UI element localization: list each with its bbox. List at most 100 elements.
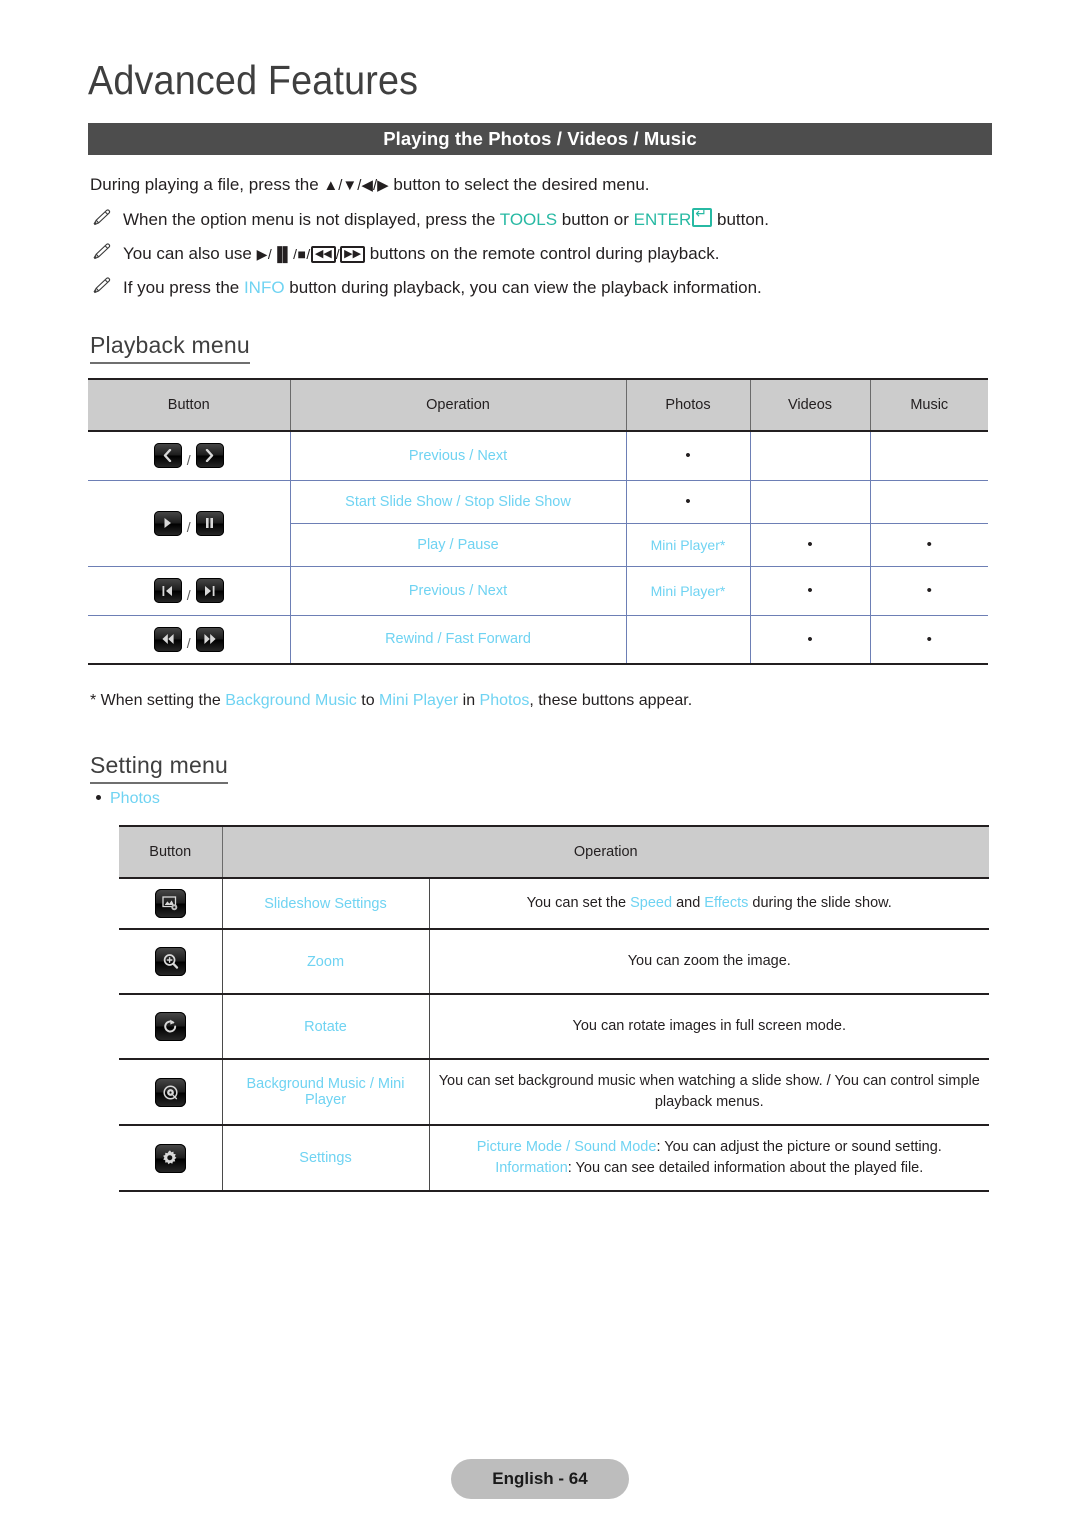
desc-line-2: Information: You can see detailed inform… bbox=[434, 1158, 986, 1179]
note-2-text-a: You can also use bbox=[123, 244, 257, 263]
desc-keyword-picture-sound-mode: Picture Mode / Sound Mode bbox=[476, 1139, 657, 1155]
rewind-icon bbox=[153, 626, 182, 652]
table-row: Slideshow Settings You can set the Speed… bbox=[119, 878, 989, 930]
icon-separator: / bbox=[186, 635, 191, 652]
music-cell: • bbox=[869, 523, 988, 567]
column-header-operation: Operation bbox=[221, 825, 989, 879]
operation-name-cell: Zoom bbox=[221, 929, 430, 995]
operation-description-cell: You can rotate images in full screen mod… bbox=[428, 994, 989, 1060]
column-header-button: Button bbox=[119, 825, 223, 879]
table-row: Rotate You can rotate images in full scr… bbox=[119, 994, 989, 1060]
column-header-videos: Videos bbox=[749, 378, 871, 432]
videos-cell bbox=[749, 431, 871, 481]
playback-keys-icon: ▶/▐▌/■/ bbox=[256, 246, 311, 262]
intro-line-1-text-b: button to select the desired menu. bbox=[388, 175, 650, 194]
table-row: / Previous / Next Mini Player* • • bbox=[88, 566, 988, 616]
icon-separator: / bbox=[186, 519, 191, 535]
column-header-music: Music bbox=[869, 378, 988, 432]
section-title-bar: Playing the Photos / Videos / Music bbox=[88, 123, 992, 155]
intro-line-1-text-a: During playing a file, press the bbox=[90, 175, 324, 194]
footnote-text-a: * When setting the bbox=[90, 692, 226, 709]
note-line-3: If you press the INFO button during play… bbox=[90, 271, 994, 305]
skip-previous-icon bbox=[153, 578, 182, 603]
pencil-icon bbox=[91, 274, 115, 298]
operation-description-cell: You can set background music when watchi… bbox=[428, 1059, 989, 1126]
desc-line-1: Picture Mode / Sound Mode: You can adjus… bbox=[434, 1137, 986, 1158]
operation-name-cell: Settings bbox=[221, 1125, 430, 1192]
column-header-button: Button bbox=[88, 378, 291, 432]
desc-keyword-information: Information bbox=[495, 1160, 568, 1176]
section-title-text: Playing the Photos / Videos / Music bbox=[383, 128, 697, 149]
operation-name-cell: Rotate bbox=[221, 994, 430, 1060]
zoom-icon bbox=[154, 947, 186, 976]
playback-footnote: * When setting the Background Music to M… bbox=[90, 692, 692, 710]
operation-description-cell: You can zoom the image. bbox=[428, 929, 989, 995]
table-row: / Rewind / Fast Forward • • bbox=[88, 615, 988, 665]
photos-cell bbox=[625, 615, 751, 665]
footnote-photos: Photos bbox=[479, 692, 530, 709]
icon-separator: / bbox=[186, 586, 191, 603]
music-cell: • bbox=[869, 566, 988, 616]
operation-name-cell: Background Music / Mini Player bbox=[221, 1059, 430, 1126]
note-3-text-b: button during playback, you can view the… bbox=[284, 278, 762, 297]
button-cell: / bbox=[88, 431, 291, 481]
fast-forward-key-icon: ▶▶ bbox=[340, 246, 366, 263]
footnote-text-b: to bbox=[356, 692, 380, 709]
pencil-icon bbox=[91, 240, 115, 264]
table-header-row: Button Operation Photos Videos Music bbox=[88, 378, 988, 432]
page-footer-badge: English - 64 bbox=[451, 1459, 629, 1499]
playback-menu-table: Button Operation Photos Videos Music / P… bbox=[88, 378, 988, 665]
desc-text-c: during the slide show. bbox=[748, 895, 892, 911]
button-cell bbox=[119, 878, 223, 930]
photos-cell: Mini Player* bbox=[625, 523, 751, 567]
button-cell bbox=[119, 1125, 223, 1192]
page-title: Advanced Features bbox=[88, 57, 419, 103]
desc-line-1-text: : You can adjust the picture or sound se… bbox=[656, 1139, 942, 1155]
table-row: Background Music / Mini Player You can s… bbox=[119, 1059, 989, 1126]
note-3-text-a: If you press the bbox=[123, 278, 244, 297]
table-row: Zoom You can zoom the image. bbox=[119, 929, 989, 995]
tools-keyword: TOOLS bbox=[499, 210, 558, 229]
desc-line-2-text: : You can see detailed information about… bbox=[567, 1160, 924, 1176]
footnote-text-c: in bbox=[458, 692, 480, 709]
music-cell bbox=[869, 480, 988, 524]
photos-cell: • bbox=[625, 431, 751, 481]
icon-separator: / bbox=[186, 451, 191, 468]
videos-cell: • bbox=[749, 615, 871, 665]
footnote-text-d: , these buttons appear. bbox=[529, 692, 693, 709]
note-1-text-a: When the option menu is not displayed, p… bbox=[123, 210, 500, 229]
videos-cell: • bbox=[749, 566, 871, 616]
enter-keyword: ENTER bbox=[633, 210, 692, 229]
button-cell: / bbox=[88, 480, 291, 567]
music-cell: • bbox=[869, 615, 988, 665]
info-keyword: INFO bbox=[243, 278, 285, 297]
rotate-icon bbox=[154, 1012, 186, 1041]
rewind-key-icon: ◀◀ bbox=[310, 246, 336, 263]
manual-page: Advanced Features Playing the Photos / V… bbox=[0, 0, 1080, 1534]
button-cell: / bbox=[88, 615, 291, 665]
desc-keyword-effects: Effects bbox=[704, 895, 749, 911]
pause-icon bbox=[195, 510, 224, 536]
skip-next-icon bbox=[195, 578, 224, 603]
button-cell bbox=[119, 994, 223, 1060]
footnote-background-music: Background Music bbox=[225, 692, 357, 709]
operation-name-cell: Slideshow Settings bbox=[221, 878, 430, 930]
bullet-dot-icon bbox=[96, 795, 101, 800]
intro-line-1: During playing a file, press the ▲/▼/◀/▶… bbox=[90, 168, 994, 203]
note-1-text-b: button or bbox=[557, 210, 634, 229]
table-row: / Previous / Next • bbox=[88, 431, 988, 481]
playback-menu-heading: Playback menu bbox=[90, 332, 250, 364]
column-header-operation: Operation bbox=[289, 378, 627, 432]
button-cell bbox=[119, 1059, 223, 1126]
videos-cell: • bbox=[749, 523, 871, 567]
desc-keyword-speed: Speed bbox=[630, 895, 673, 911]
column-header-photos: Photos bbox=[625, 378, 751, 432]
setting-menu-heading: Setting menu bbox=[90, 752, 228, 784]
note-2-text-b: buttons on the remote control during pla… bbox=[365, 244, 720, 263]
page-footer-text: English - 64 bbox=[492, 1469, 588, 1488]
button-cell: / bbox=[88, 566, 291, 616]
desc-text-b: and bbox=[672, 895, 705, 911]
operation-cell: Previous / Next bbox=[289, 566, 627, 616]
videos-cell bbox=[749, 480, 871, 524]
operation-description-cell: Picture Mode / Sound Mode: You can adjus… bbox=[428, 1125, 989, 1192]
